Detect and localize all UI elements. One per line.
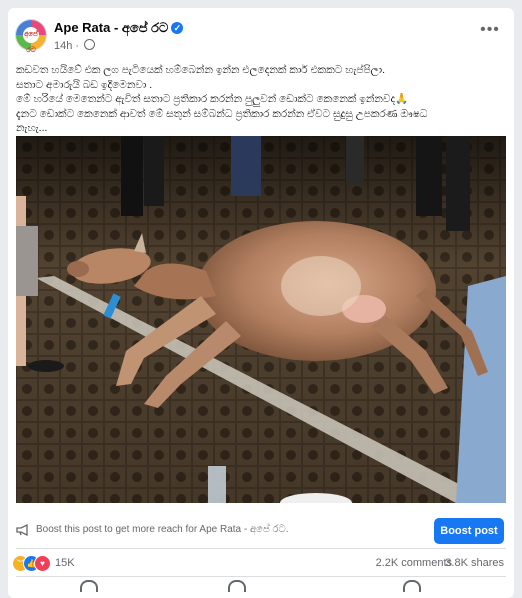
post-meta: 14h ·	[54, 39, 96, 52]
divider	[16, 576, 506, 577]
megaphone-icon	[16, 524, 28, 536]
post-photo[interactable]	[16, 136, 506, 503]
reaction-count[interactable]: 15K	[55, 557, 75, 569]
post-text-line-3: මේ හරියේ මෙතෙන්ට ඇවිත් සතාට ප්‍රතිකාර කර…	[16, 93, 396, 105]
folded-hands-icon: 🙏	[395, 93, 409, 105]
globe-icon[interactable]	[84, 39, 96, 50]
boost-prompt-text: Boost this post to get more reach for Ap…	[36, 524, 289, 535]
boost-post-button[interactable]: Boost post	[434, 518, 504, 544]
page-name-link[interactable]: Ape Rata - අපේ රට ✓	[54, 20, 184, 36]
share-action-icon[interactable]	[403, 580, 421, 592]
comment-action-icon[interactable]	[228, 580, 246, 592]
page-avatar[interactable]: අපේ රට	[16, 20, 46, 54]
post-text-line-5: නැහැ...	[16, 122, 48, 134]
post-text-line-3-wrapper: මේ හරියේ මෙතෙන්ට ඇවිත් සතාට ප්‍රතිකාර කර…	[16, 92, 502, 107]
avatar-logo-text: අපේ රට	[23, 27, 39, 54]
meta-separator: ·	[75, 40, 80, 52]
like-action-icon[interactable]	[80, 580, 98, 592]
verified-badge-icon: ✓	[171, 22, 184, 34]
divider	[16, 548, 506, 549]
engagement-stats: ︶ 👍 ♥ 15K 2.2K comments 3.8K shares	[8, 552, 514, 576]
post-text-line-1: කඩවත හයිවේ එක ලග පැටියෙක් හම්බෙන්න ඉන්න …	[16, 64, 385, 76]
page-name[interactable]: Ape Rata - අපේ රට	[54, 20, 168, 35]
post-header: අපේ රට Ape Rata - අපේ රට ✓ 14h · •••	[8, 8, 514, 58]
post-text-line-4: දැනට ඩොක්ට කෙනෙක් ආවත් මේ සතුන් සම්බන්ධ …	[16, 107, 428, 120]
more-options-button[interactable]: •••	[476, 22, 504, 42]
post-card: අපේ රට Ape Rata - අපේ රට ✓ 14h · ••• කඩවත…	[8, 8, 514, 598]
post-text: කඩවත හයිවේ එක ලග පැටියෙක් හම්බෙන්න ඉන්න …	[16, 63, 502, 136]
love-icon: ♥	[34, 555, 51, 572]
comments-count[interactable]: 2.2K comments	[376, 557, 452, 569]
post-time[interactable]: 14h	[54, 40, 72, 52]
shares-count[interactable]: 3.8K shares	[445, 557, 504, 569]
injured-cow-photo	[16, 136, 506, 503]
post-text-line-2: සතාට අමාරුයි බඩ ඉදිමෙනවා .	[16, 78, 153, 91]
